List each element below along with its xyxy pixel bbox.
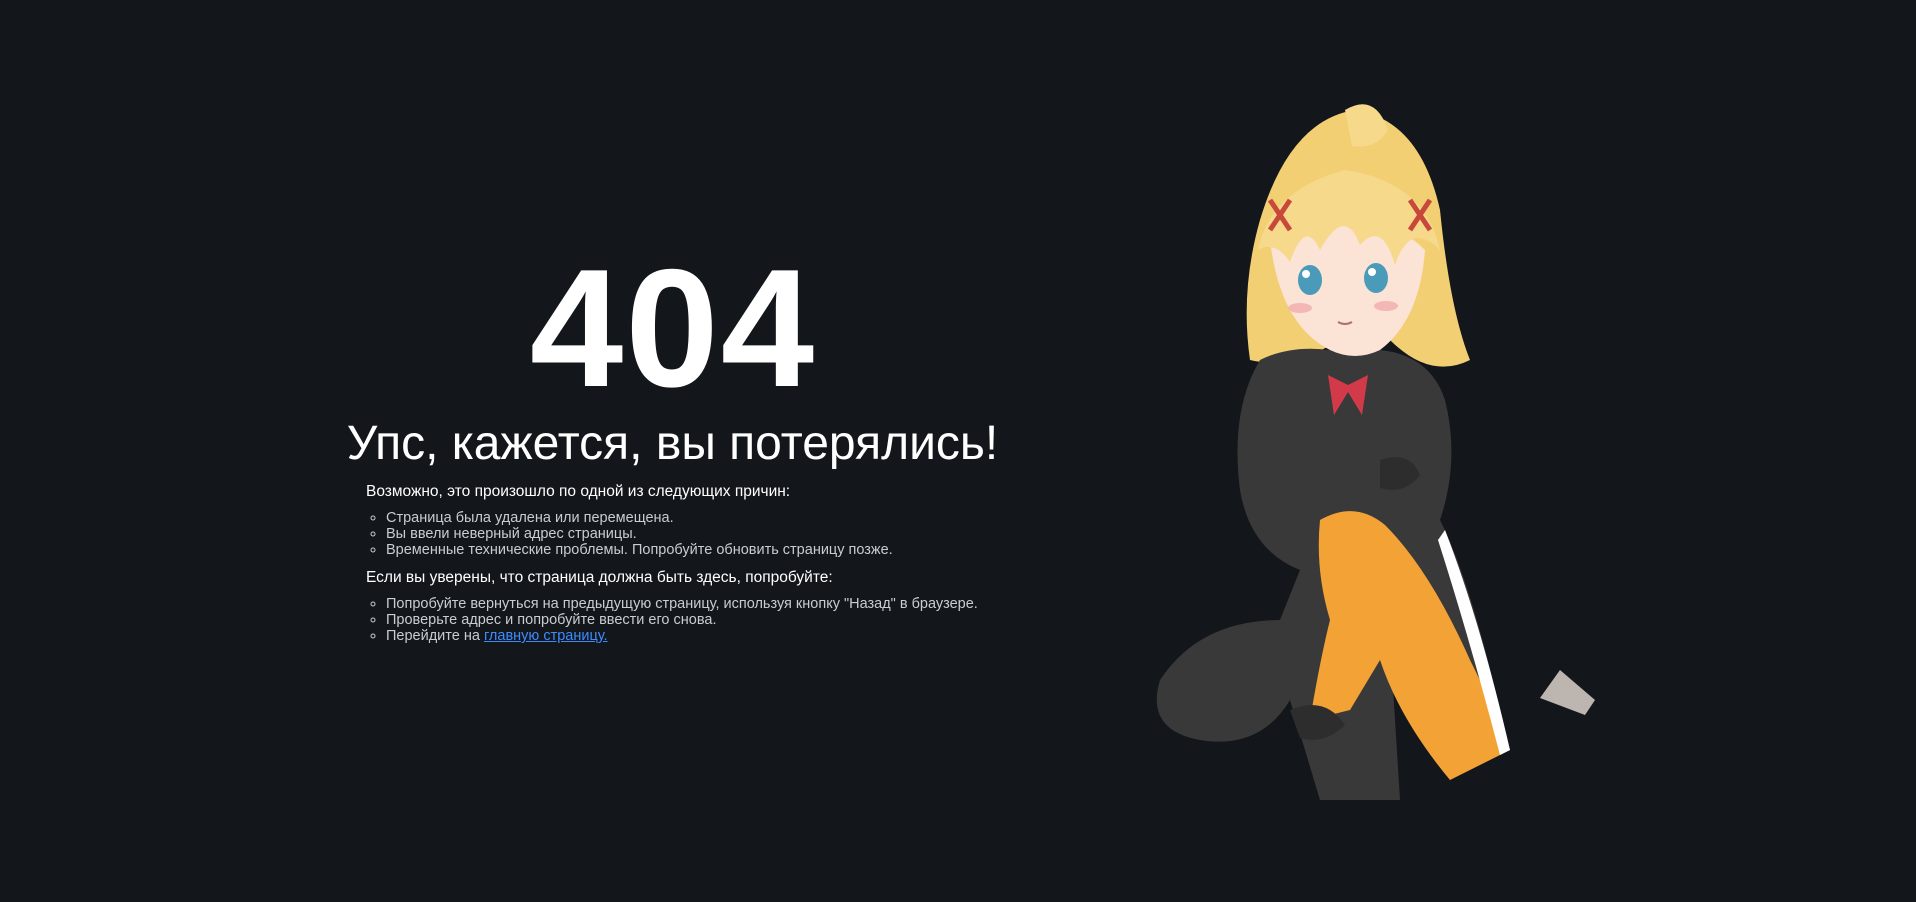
list-item: Временные технические проблемы. Попробуй… xyxy=(386,542,1006,558)
page-title: Упс, кажется, вы потерялись! xyxy=(346,417,999,470)
list-item: Страница была удалена или перемещена. xyxy=(386,510,1006,526)
error-details: Возможно, это произошло по одной из след… xyxy=(366,482,1006,654)
suggestions-title: Если вы уверены, что страница должна быт… xyxy=(366,569,833,586)
home-page-link[interactable]: главную страницу. xyxy=(484,628,608,644)
list-item: Попробуйте вернуться на предыдущую стран… xyxy=(386,596,1006,612)
suggestions-list: Попробуйте вернуться на предыдущую стран… xyxy=(366,596,1006,644)
reasons-list: Страница была удалена или перемещена. Вы… xyxy=(366,510,1006,558)
list-item: Перейдите на главную страницу. xyxy=(386,628,1006,644)
home-link-prefix: Перейдите на xyxy=(386,628,484,644)
anime-girl-illustration xyxy=(1156,104,1595,800)
error-page: 404 Упс, кажется, вы потерялись! Возможн… xyxy=(0,0,1916,902)
reasons-title: Возможно, это произошло по одной из след… xyxy=(366,483,791,500)
list-item: Вы ввели неверный адрес страницы. xyxy=(386,526,1006,542)
list-item: Проверьте адрес и попробуйте ввести его … xyxy=(386,612,1006,628)
error-code: 404 xyxy=(529,234,817,422)
